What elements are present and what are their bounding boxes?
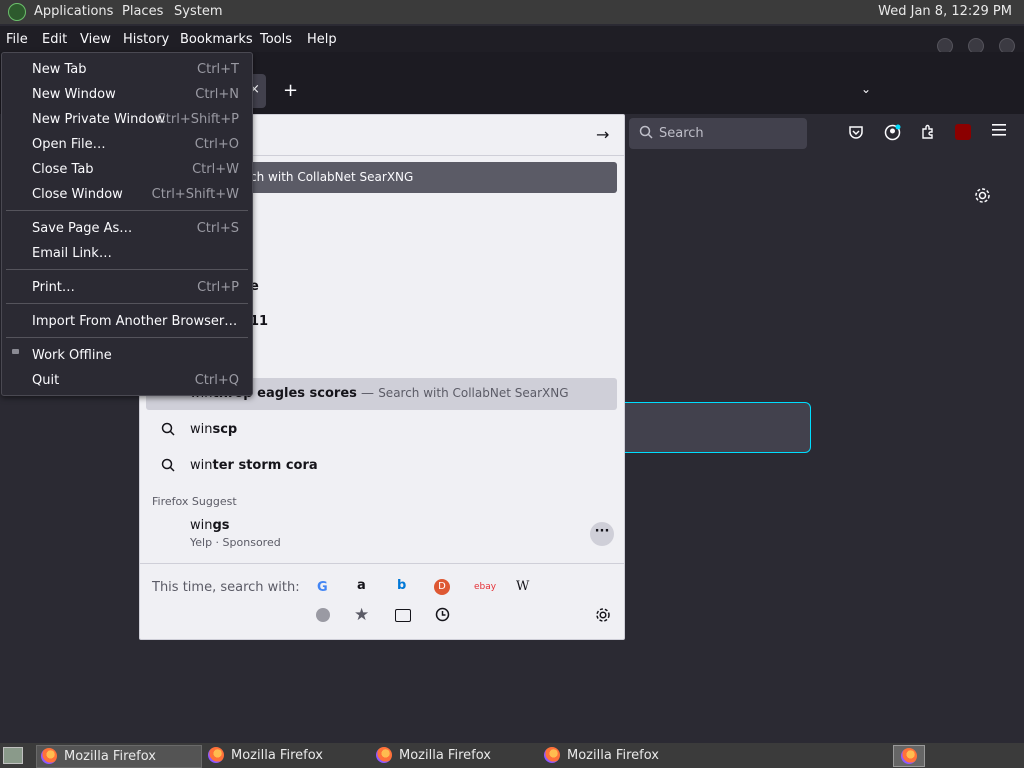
hamburger-menu-icon[interactable]: [992, 124, 1006, 140]
firefox-icon: [544, 747, 560, 763]
new-tab-search-field[interactable]: [624, 402, 811, 453]
checkbox-icon: [12, 349, 19, 354]
taskbar-item-firefox-3[interactable]: Mozilla Firefox: [372, 745, 536, 766]
workspace-switcher[interactable]: [893, 745, 925, 767]
menu-help[interactable]: Help: [307, 32, 337, 47]
menu-item-close-tab[interactable]: Close Tab Ctrl+W: [2, 157, 252, 181]
search-icon: [161, 458, 175, 476]
menubar: File Edit View History Bookmarks Tools H…: [0, 26, 1024, 52]
wikipedia-engine-icon[interactable]: W: [516, 579, 529, 594]
go-arrow-icon[interactable]: →: [596, 125, 609, 144]
menu-item-new-private-window[interactable]: New Private Window Ctrl+Shift+P: [2, 107, 252, 131]
tabs-icon[interactable]: [395, 609, 411, 622]
taskbar-item-firefox-4[interactable]: Mozilla Firefox: [540, 745, 704, 766]
search-box[interactable]: Search: [629, 118, 807, 149]
search-icon: [639, 125, 653, 139]
menu-bookmarks[interactable]: Bookmarks: [180, 32, 253, 47]
firefox-icon: [376, 747, 392, 763]
firefox-icon: [41, 748, 57, 764]
menu-item-import-from-another-browser[interactable]: Import From Another Browser…: [2, 309, 252, 333]
taskbar-item-firefox-1[interactable]: Mozilla Firefox: [36, 745, 202, 768]
menu-item-print[interactable]: Print… Ctrl+P: [2, 275, 252, 299]
history-clock-icon[interactable]: [435, 607, 450, 626]
new-tab-settings-gear-icon[interactable]: [974, 187, 991, 208]
menu-item-new-window[interactable]: New Window Ctrl+N: [2, 82, 252, 106]
suggestion-row[interactable]: winter storm cora: [146, 450, 617, 482]
applications-menu[interactable]: Applications: [34, 4, 113, 19]
system-menu[interactable]: System: [174, 4, 222, 19]
top-panel: Applications Places System Wed Jan 8, 12…: [0, 0, 1024, 24]
menu-separator: [6, 337, 248, 338]
list-tabs-chevron-icon[interactable]: ⌄: [861, 82, 871, 96]
search-with-label: This time, search with:: [152, 580, 300, 595]
bookmarks-star-icon[interactable]: ★: [354, 605, 369, 625]
ublock-origin-icon[interactable]: [955, 124, 971, 140]
search-box-placeholder: Search: [659, 126, 704, 141]
amazon-engine-icon[interactable]: a: [357, 578, 366, 593]
searxng-engine-icon[interactable]: [316, 608, 330, 622]
menu-item-work-offline[interactable]: Work Offline: [2, 343, 252, 367]
menu-item-close-window[interactable]: Close Window Ctrl+Shift+W: [2, 182, 252, 206]
menu-item-open-file[interactable]: Open File… Ctrl+O: [2, 132, 252, 156]
file-menu: New Tab Ctrl+T New Window Ctrl+N New Priva…: [1, 52, 253, 396]
clock[interactable]: Wed Jan 8, 12:29 PM: [878, 4, 1012, 19]
suggestion-label: winscp: [190, 422, 238, 437]
places-menu[interactable]: Places: [122, 4, 163, 19]
firefox-icon: [901, 748, 917, 764]
taskbar-item-firefox-2[interactable]: Mozilla Firefox: [204, 745, 368, 766]
menu-item-quit[interactable]: Quit Ctrl+Q: [2, 368, 252, 392]
menu-separator: [6, 269, 248, 270]
ebay-engine-icon[interactable]: ebay: [474, 582, 496, 592]
new-tab-plus-icon[interactable]: +: [283, 80, 298, 101]
menu-item-save-page-as[interactable]: Save Page As… Ctrl+S: [2, 216, 252, 240]
menu-file[interactable]: File: [6, 32, 28, 47]
google-engine-icon[interactable]: G: [317, 580, 328, 595]
menu-view[interactable]: View: [80, 32, 111, 47]
extensions-puzzle-icon[interactable]: [920, 124, 936, 144]
taskbar: Mozilla Firefox Mozilla Firefox Mozilla …: [0, 743, 1024, 768]
sponsored-suggestion-row[interactable]: wings Yelp · Sponsored ···: [146, 513, 617, 555]
firefox-suggest-heading: Firefox Suggest: [152, 495, 237, 508]
suggestion-row[interactable]: winscp: [146, 414, 617, 446]
top-row-label: arch with CollabNet SearXNG: [238, 170, 414, 184]
duckduckgo-engine-icon[interactable]: D: [434, 579, 450, 595]
menu-history[interactable]: History: [123, 32, 169, 47]
sponsored-title: wings: [190, 518, 230, 533]
pocket-icon[interactable]: [848, 124, 864, 144]
bing-engine-icon[interactable]: b: [397, 578, 406, 593]
suggestion-label: winter storm cora: [190, 458, 318, 473]
search-icon: [161, 422, 175, 440]
menu-separator: [6, 303, 248, 304]
menu-edit[interactable]: Edit: [42, 32, 67, 47]
menu-tools[interactable]: Tools: [260, 32, 292, 47]
distro-logo-icon[interactable]: [8, 3, 26, 21]
account-icon[interactable]: [884, 124, 901, 145]
sponsored-subtitle: Yelp · Sponsored: [190, 536, 281, 549]
firefox-icon: [208, 747, 224, 763]
menu-item-email-link[interactable]: Email Link…: [2, 241, 252, 265]
search-settings-gear-icon[interactable]: [595, 607, 611, 627]
panel-divider: [140, 563, 624, 564]
menu-separator: [6, 210, 248, 211]
menu-item-new-tab[interactable]: New Tab Ctrl+T: [2, 57, 252, 81]
show-desktop-icon[interactable]: [3, 747, 23, 764]
more-options-icon[interactable]: ···: [590, 522, 614, 546]
